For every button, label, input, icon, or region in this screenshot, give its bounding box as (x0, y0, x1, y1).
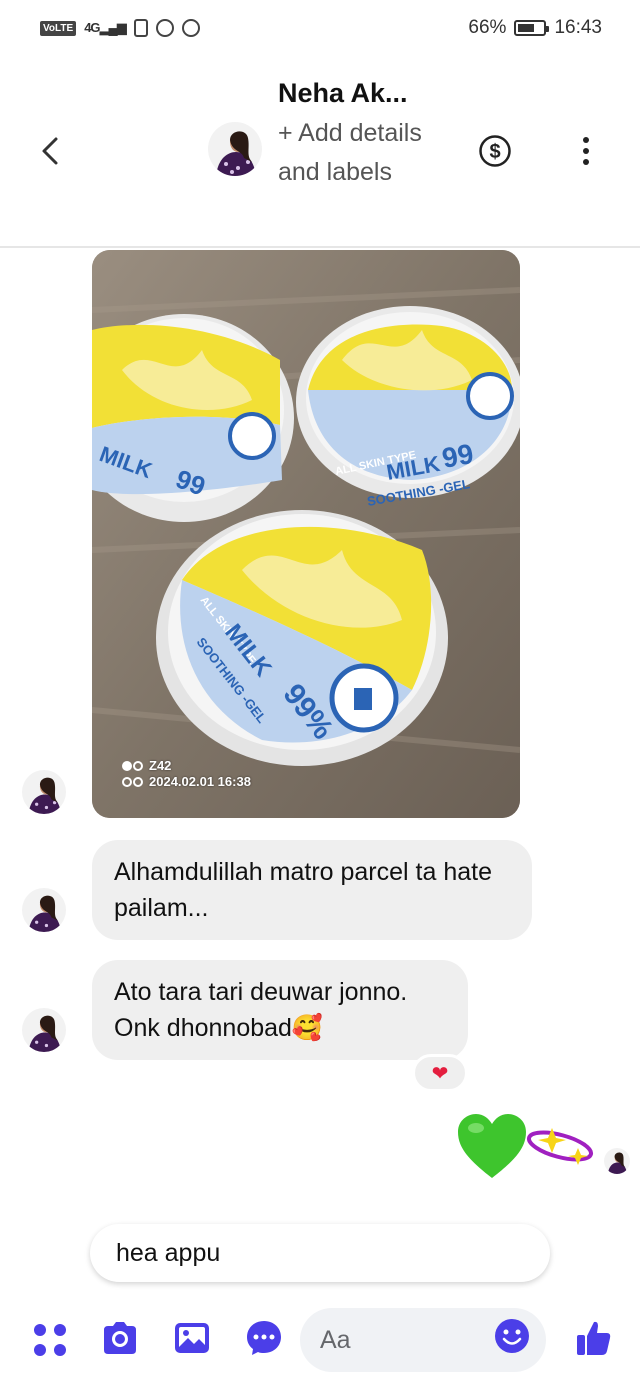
contact-avatar[interactable] (208, 122, 262, 176)
heart-icon: ❤ (431, 1062, 449, 1085)
dollar-icon: $ (479, 135, 511, 167)
product-photo: ALL SKIN TYPE MILK 99 SOOTHING -GEL MILK… (92, 250, 520, 818)
payment-button[interactable]: $ (478, 134, 512, 168)
status-bar: VoLTE 4G▂▄▆ 66% 16:43 (0, 0, 640, 56)
dnd-icon (155, 19, 174, 37)
battery-percent: 66% (468, 17, 507, 38)
menu-button[interactable] (30, 1318, 70, 1358)
sender-avatar[interactable] (22, 770, 66, 814)
avatar-image (604, 1148, 630, 1174)
back-button[interactable] (36, 134, 66, 168)
sender-avatar[interactable] (22, 1008, 66, 1052)
like-button[interactable] (574, 1318, 614, 1358)
dot (583, 137, 589, 143)
apps-grid-icon (34, 1324, 66, 1356)
conversation-header: Neha Ak... + Add details and labels $ (0, 56, 640, 248)
chat-bubble-dots-icon (247, 1321, 281, 1355)
image-icon (175, 1323, 209, 1353)
battery-icon (514, 20, 550, 36)
message-input-placeholder: Aa (320, 1326, 351, 1354)
smiley-icon (495, 1319, 529, 1353)
photo-stamp-datetime: 2024.02.01 16:38 (149, 774, 251, 789)
volte-badge: VoLTE (40, 20, 77, 36)
avatar-image (22, 770, 66, 814)
sparkles-sticker[interactable] (524, 1120, 598, 1172)
photo-message[interactable]: ALL SKIN TYPE MILK 99 SOOTHING -GEL MILK… (92, 250, 520, 818)
dot (583, 159, 589, 165)
draft-message[interactable]: hea appu (90, 1224, 550, 1282)
avatar-image (22, 1008, 66, 1052)
message-bubble[interactable]: Ato tara tari deuwar jonno. Onk dhonnoba… (92, 960, 468, 1060)
thumbs-up-icon (577, 1321, 611, 1355)
sparkles-icon (526, 1128, 594, 1165)
whatsapp-icon (181, 19, 200, 37)
message-bubble[interactable]: Alhamdulillah matro parcel ta hate paila… (92, 840, 532, 940)
avatar-image (22, 888, 66, 932)
emoji-button[interactable] (494, 1318, 530, 1354)
camera-icon (104, 1322, 136, 1354)
green-heart-icon (458, 1114, 526, 1178)
signal-icon: 4G▂▄▆ (84, 20, 127, 35)
sender-avatar[interactable] (22, 888, 66, 932)
photo-watermark: Z42 2024.02.01 16:38 (122, 758, 251, 790)
dot (583, 148, 589, 154)
contact-name[interactable]: Neha Ak... (278, 78, 408, 109)
chat-extensions-button[interactable] (244, 1318, 284, 1358)
camera-button[interactable] (100, 1318, 140, 1358)
chevron-left-icon (42, 137, 58, 165)
status-right: 66% 16:43 (468, 17, 602, 39)
vibrate-icon (133, 19, 148, 37)
network-type: 4G (84, 20, 100, 35)
avatar-image (208, 122, 262, 176)
status-left: VoLTE 4G▂▄▆ (40, 19, 200, 37)
green-heart-sticker[interactable] (456, 1112, 528, 1182)
gallery-button[interactable] (172, 1318, 212, 1358)
infinity-icon (122, 777, 143, 787)
photo-stamp-code: Z42 (149, 758, 172, 773)
more-options-button[interactable] (576, 134, 596, 168)
svg-text:99: 99 (440, 438, 476, 474)
svg-text:$: $ (489, 141, 500, 163)
battery-fill (518, 24, 535, 32)
heart-reaction[interactable]: ❤ (412, 1054, 468, 1092)
clock: 16:43 (554, 17, 602, 38)
seen-receipt-avatar (604, 1148, 630, 1174)
camera-mode-icon (122, 761, 143, 771)
composer-bar: Aa (0, 1304, 640, 1386)
add-details-link[interactable]: + Add details and labels (278, 114, 448, 191)
